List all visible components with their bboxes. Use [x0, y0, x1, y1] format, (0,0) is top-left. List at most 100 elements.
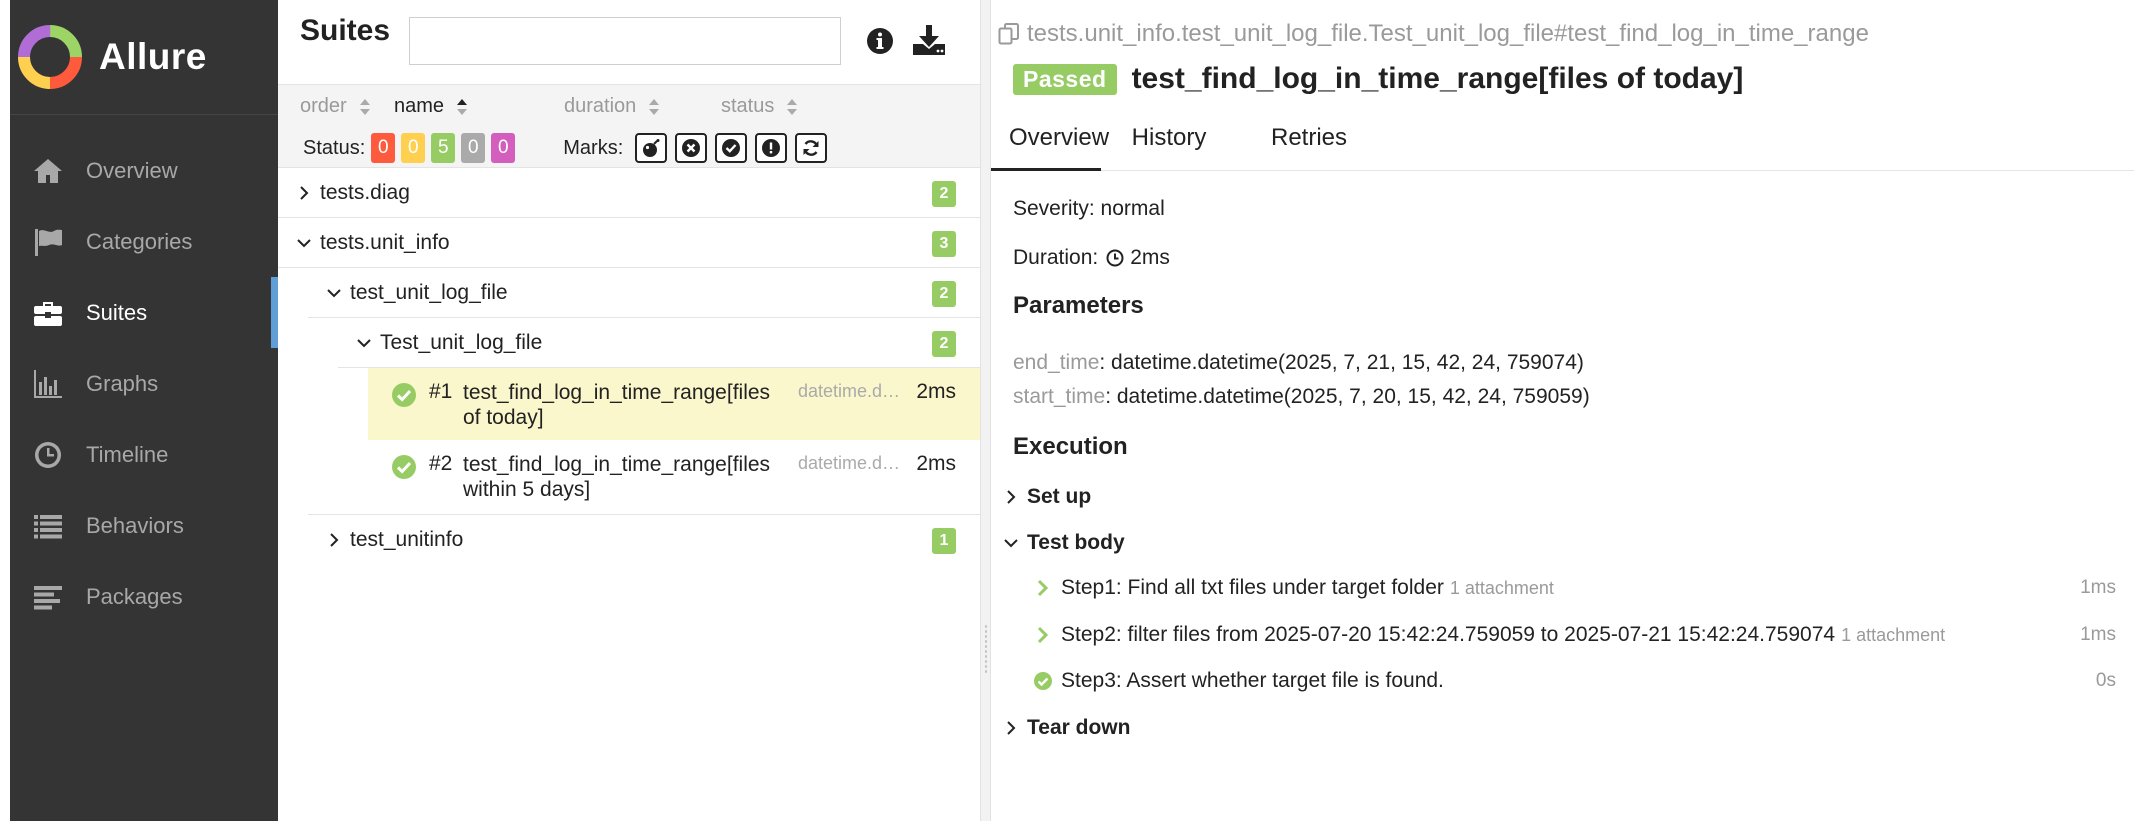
- sort-status[interactable]: status: [721, 95, 798, 118]
- sort-icon: [786, 98, 798, 116]
- copy-icon[interactable]: [997, 22, 1021, 46]
- duration-value: 2ms: [1130, 246, 1170, 269]
- suites-header: Suites: [278, 0, 980, 84]
- splitter-grip[interactable]: [984, 624, 988, 674]
- status-badge-skipped[interactable]: 0: [461, 133, 486, 163]
- info-icon[interactable]: [865, 26, 895, 56]
- mark-new-failed-button[interactable]: [675, 133, 708, 163]
- check-circle-icon: [1034, 672, 1052, 690]
- status-filter-row: Status: 0 0 5 0 0 Marks:: [303, 133, 828, 163]
- tree-node-label: tests.diag: [320, 180, 410, 204]
- stage-label: Test body: [1027, 531, 1125, 554]
- chevron-down-icon: [357, 338, 371, 347]
- briefcase-icon: [30, 295, 66, 331]
- search-input[interactable]: [409, 17, 841, 65]
- test-name: test_find_log_in_time_range[files within…: [463, 452, 783, 502]
- sidebar-nav: Overview Categories Suites Graphs Timeli…: [10, 135, 278, 632]
- sidebar: Allure Overview Categories Suites Graphs: [10, 0, 278, 821]
- step-row[interactable]: Step2: filter files from 2025-07-20 15:4…: [1033, 623, 2116, 647]
- parameter-name: end_time: [1013, 351, 1100, 374]
- sidebar-item-timeline[interactable]: Timeline: [10, 419, 278, 490]
- tab-retries[interactable]: Retries: [1249, 124, 1369, 171]
- refresh-icon: [803, 140, 819, 156]
- status-badge-broken[interactable]: 0: [401, 133, 426, 163]
- tree-node-test-unit-log-file[interactable]: test_unit_log_file 2: [308, 268, 980, 318]
- stage-label: Set up: [1027, 485, 1092, 508]
- status-badge-failed[interactable]: 0: [371, 133, 396, 163]
- check-circle-icon: [392, 455, 416, 479]
- breadcrumb[interactable]: tests.unit_info.test_unit_log_file.Test_…: [997, 20, 1869, 48]
- tree-node-tests-unit-info[interactable]: tests.unit_info 3: [278, 218, 980, 268]
- sort-duration[interactable]: duration: [564, 95, 660, 118]
- sidebar-item-behaviors[interactable]: Behaviors: [10, 490, 278, 561]
- sidebar-item-graphs[interactable]: Graphs: [10, 348, 278, 419]
- brand-name: Allure: [99, 36, 207, 77]
- sort-label: order: [300, 95, 347, 117]
- sort-icon: [456, 98, 468, 116]
- step-label: Step1: Find all txt files under target f…: [1061, 576, 1444, 599]
- pane-splitter[interactable]: [980, 0, 991, 821]
- download-icon[interactable]: [912, 24, 946, 56]
- step-duration: 1ms: [2080, 577, 2116, 598]
- mark-retries-button[interactable]: [795, 133, 828, 163]
- stage-setup[interactable]: Set up: [1003, 485, 1091, 509]
- count-badge: 3: [932, 231, 956, 257]
- sidebar-item-categories[interactable]: Categories: [10, 206, 278, 277]
- exclamation-circle-icon: [762, 139, 781, 157]
- sort-name[interactable]: name: [394, 95, 468, 118]
- status-label: Status:: [303, 136, 366, 159]
- sidebar-item-label: Timeline: [86, 441, 169, 467]
- step-duration: 0s: [2095, 670, 2116, 691]
- marks-label: Marks:: [563, 136, 624, 159]
- chevron-right-icon: [1037, 626, 1049, 644]
- sort-icon: [359, 98, 371, 116]
- parameter-name: start_time: [1013, 385, 1106, 408]
- step-row[interactable]: Step3: Assert whether target file is fou…: [1033, 669, 2116, 693]
- tree-node-test-unitinfo[interactable]: test_unitinfo 1: [308, 514, 980, 564]
- status-badge-passed[interactable]: 5: [431, 133, 456, 163]
- count-badge: 2: [932, 281, 956, 307]
- test-number: #2: [429, 452, 453, 475]
- test-title: test_find_log_in_time_range[files of tod…: [1131, 62, 1744, 95]
- stage-test-body[interactable]: Test body: [1003, 531, 1125, 555]
- sidebar-item-label: Graphs: [86, 370, 159, 396]
- test-duration: 2ms: [916, 380, 956, 403]
- check-circle-icon: [722, 139, 741, 157]
- status-badge-unknown[interactable]: 0: [491, 133, 516, 163]
- parameter-value: : datetime.datetime(2025, 7, 21, 15, 42,…: [1099, 351, 1584, 374]
- tab-history[interactable]: History: [1109, 124, 1229, 171]
- page-title: Suites: [300, 14, 391, 47]
- test-duration: 2ms: [916, 452, 956, 475]
- detail-tabs: Overview History Retries: [991, 124, 2134, 171]
- clock-icon: [30, 437, 66, 473]
- tree-node-test-unit-log-file-class[interactable]: Test_unit_log_file 2: [338, 318, 980, 368]
- sort-order[interactable]: order: [300, 95, 371, 118]
- chevron-down-icon: [327, 288, 341, 297]
- mark-new-passed-button[interactable]: [715, 133, 748, 163]
- mark-new-broken-button[interactable]: [755, 133, 788, 163]
- tab-overview[interactable]: Overview: [991, 124, 1109, 171]
- sidebar-item-suites[interactable]: Suites: [10, 277, 278, 348]
- brand[interactable]: Allure: [10, 0, 278, 115]
- stage-label: Tear down: [1027, 716, 1131, 739]
- step-row[interactable]: Step1: Find all txt files under target f…: [1033, 576, 2116, 600]
- severity-label: Severity:: [1013, 197, 1095, 220]
- sidebar-item-label: Categories: [86, 228, 193, 254]
- mark-flaky-button[interactable]: [635, 133, 668, 163]
- tree-node-tests-diag[interactable]: tests.diag 2: [278, 168, 980, 218]
- test-row[interactable]: #1 test_find_log_in_time_range[files of …: [368, 368, 980, 440]
- sidebar-item-label: Behaviors: [86, 512, 184, 538]
- test-name-line: test_find_log_in_time_range[files: [463, 381, 771, 404]
- step-label: Step3: Assert whether target file is fou…: [1061, 669, 1444, 692]
- sort-icon: [648, 98, 660, 116]
- stage-teardown[interactable]: Tear down: [1003, 716, 1130, 740]
- sort-label: name: [394, 95, 445, 117]
- test-row[interactable]: #2 test_find_log_in_time_range[files wit…: [368, 440, 980, 512]
- test-name-line: of today]: [463, 406, 544, 429]
- count-badge: 2: [932, 331, 956, 357]
- breadcrumb-text: tests.unit_info.test_unit_log_file.Test_…: [1027, 20, 1869, 47]
- sidebar-item-overview[interactable]: Overview: [10, 135, 278, 206]
- sidebar-item-packages[interactable]: Packages: [10, 561, 278, 632]
- status-badge: Passed: [1013, 63, 1117, 95]
- sidebar-item-label: Suites: [86, 299, 148, 325]
